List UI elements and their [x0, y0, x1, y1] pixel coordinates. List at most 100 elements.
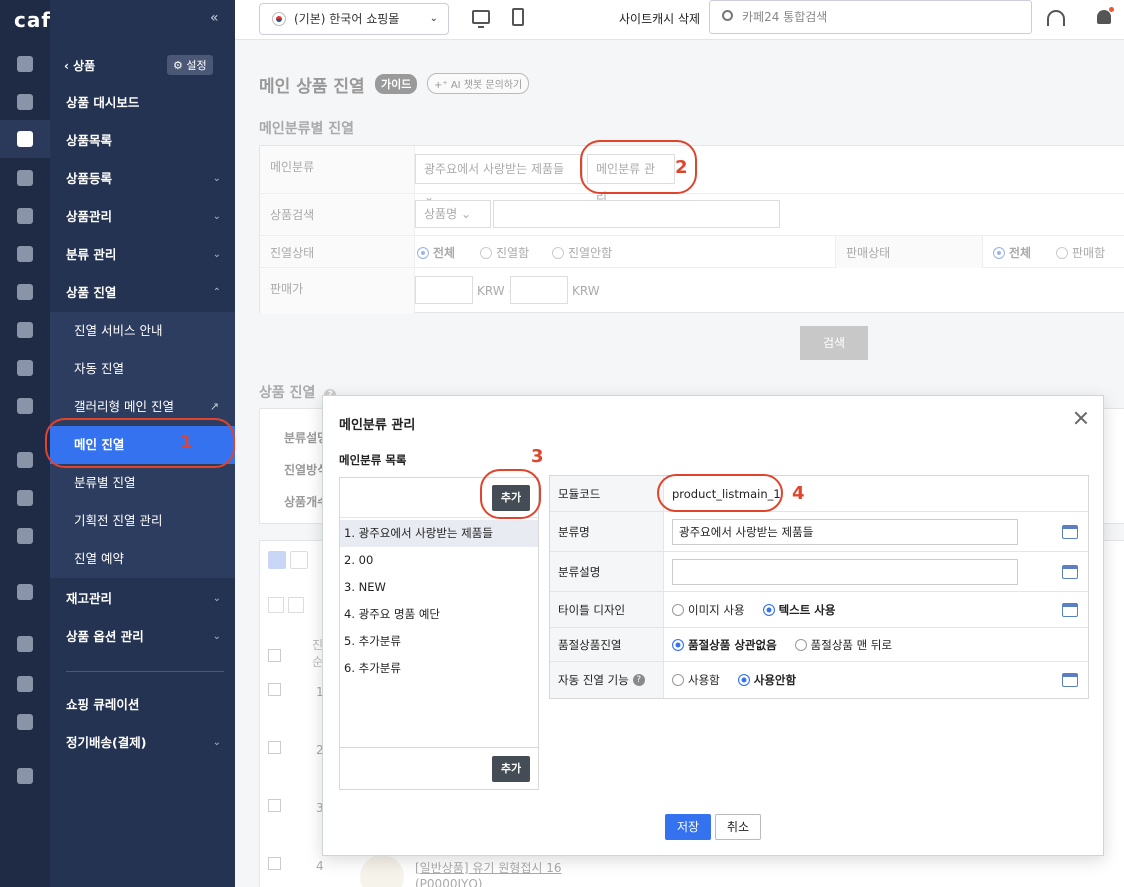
megaphone-icon[interactable]	[17, 490, 33, 506]
display-no-radio[interactable]: 진열안함	[552, 244, 612, 261]
price-min-input[interactable]	[415, 276, 473, 304]
list-item[interactable]: 6. 추가분류	[340, 655, 538, 682]
list-item[interactable]: 2. 00	[340, 547, 538, 574]
save-button[interactable]: 저장	[665, 814, 711, 840]
row-checkbox[interactable]	[268, 741, 281, 754]
store-icon[interactable]	[1062, 602, 1078, 617]
folder-icon[interactable]	[17, 676, 33, 692]
display-all-radio[interactable]: 전체	[417, 244, 455, 261]
global-search-input[interactable]	[742, 7, 1022, 27]
store-icon[interactable]	[1062, 673, 1078, 687]
chat-icon[interactable]	[17, 208, 33, 224]
row-module-code: 모듈코드 product_listmain_1	[550, 476, 1088, 512]
palette-icon[interactable]	[17, 284, 33, 300]
sidebar-item-manage[interactable]: 상품관리 ⌄	[50, 198, 235, 236]
product-thumbnail[interactable]	[360, 855, 404, 887]
list-item[interactable]: 4. 광주요 명품 예단	[340, 601, 538, 628]
store-icon[interactable]	[17, 452, 33, 468]
home-icon[interactable]	[17, 56, 33, 72]
category-desc-input[interactable]	[672, 558, 1018, 585]
title-text-radio[interactable]: 텍스트 사용	[762, 602, 835, 618]
cancel-button[interactable]: 취소	[715, 814, 761, 840]
sale-yes-radio[interactable]: 판매함	[1056, 244, 1105, 261]
bell-icon[interactable]	[1097, 10, 1111, 24]
category-name-input[interactable]	[672, 518, 1018, 545]
register-icon[interactable]	[17, 528, 33, 544]
global-search[interactable]	[709, 0, 1032, 34]
help-icon[interactable]: ?	[632, 674, 645, 686]
store-icon[interactable]	[1062, 564, 1078, 579]
back-link[interactable]: ‹ 상품	[64, 57, 95, 74]
category-list-footer: 추가	[340, 747, 538, 789]
product-name-link[interactable]: [일반상품] 유기 원형접시 16	[415, 859, 561, 876]
excel-icon[interactable]	[17, 398, 33, 414]
sidebar-item-dashboard[interactable]: 상품 대시보드	[50, 84, 235, 122]
filter-label: 상품검색	[260, 194, 415, 235]
sidebar-sub-category-display[interactable]: 분류별 진열	[50, 464, 235, 502]
sidebar-item-inventory[interactable]: 재고관리 ⌄	[50, 580, 235, 618]
sale-all-radio[interactable]: 전체	[993, 244, 1031, 261]
title-image-radio[interactable]: 이미지 사용	[672, 602, 745, 618]
setting-button[interactable]: ⚙ 설정	[167, 55, 213, 75]
auto-yes-radio[interactable]: 사용함	[672, 672, 720, 688]
sidebar-item-options[interactable]: 상품 옵션 관리 ⌄	[50, 618, 235, 656]
list-view-icon[interactable]	[290, 551, 308, 569]
search-type-select[interactable]: 상품명 ⌄	[415, 200, 491, 228]
add-category-button-bottom[interactable]: 추가	[492, 756, 530, 782]
chevron-down-icon: ⌄	[212, 631, 221, 642]
soldout-last-radio[interactable]: 품절상품 맨 뒤로	[794, 637, 892, 653]
apps-icon[interactable]	[17, 636, 33, 652]
select-all-checkbox[interactable]	[268, 649, 281, 662]
sidebar-sub-auto[interactable]: 자동 진열	[50, 350, 235, 388]
sidebar-item-label: 갤러리형 메인 진열	[74, 399, 174, 414]
headset-icon[interactable]	[1047, 10, 1065, 26]
tshirt-icon[interactable]	[17, 131, 33, 147]
cart-icon[interactable]	[17, 94, 33, 110]
cache-delete-button[interactable]: 사이트캐시 삭제	[619, 10, 700, 27]
sort-down-icon[interactable]	[288, 597, 304, 613]
guide-badge[interactable]: 가이드	[375, 74, 418, 94]
auto-no-radio[interactable]: 사용안함	[737, 672, 796, 688]
row-checkbox[interactable]	[268, 857, 281, 870]
document-icon[interactable]	[17, 246, 33, 262]
search-button[interactable]: 검색	[800, 326, 868, 360]
list-item[interactable]: 3. NEW	[340, 574, 538, 601]
row-checkbox[interactable]	[268, 683, 281, 696]
page-title: 메인 상품 진열	[259, 77, 365, 97]
store-icon[interactable]	[1062, 524, 1078, 539]
ai-chatbot-button[interactable]: +⁺ AI 챗봇 문의하기	[427, 73, 530, 94]
sidebar-item-label: 상품관리	[66, 209, 113, 224]
row-soldout: 품절상품진열 품절상품 상관없음 품절상품 맨 뒤로	[550, 628, 1088, 662]
main-category-select[interactable]: 광주요에서 사랑받는 제품들 ⌄	[415, 154, 583, 204]
truck-icon[interactable]	[17, 584, 33, 600]
sidebar-item-list[interactable]: 상품목록	[50, 122, 235, 160]
price-max-input[interactable]	[510, 276, 568, 304]
soldout-any-radio[interactable]: 품절상품 상관없음	[672, 637, 777, 653]
product-search-input[interactable]	[493, 200, 780, 228]
sort-down-icon[interactable]	[268, 597, 284, 613]
collapse-icon[interactable]: «	[210, 10, 219, 26]
chart-icon[interactable]	[17, 360, 33, 376]
sidebar-item-register[interactable]: 상품등록 ⌄	[50, 160, 235, 198]
grid-view-icon[interactable]	[268, 551, 286, 569]
display-yes-radio[interactable]: 진열함	[480, 244, 529, 261]
row-checkbox[interactable]	[268, 799, 281, 812]
close-icon[interactable]	[1073, 410, 1089, 426]
sidebar-item-subscription[interactable]: 정기배송(결제) ⌄	[50, 724, 235, 762]
sidebar-sub-service-guide[interactable]: 진열 서비스 안내	[50, 312, 235, 350]
chevron-down-icon: ⌄	[212, 173, 221, 184]
list-item[interactable]: 1. 광주요에서 사랑받는 제품들	[340, 520, 538, 547]
mall-select[interactable]: (기본) 한국어 쇼핑몰 ⌄	[259, 3, 449, 35]
coupon-icon[interactable]	[17, 322, 33, 338]
sidebar-item-curation[interactable]: 쇼핑 큐레이션	[50, 686, 235, 724]
gear-icon[interactable]	[17, 768, 33, 784]
person-icon[interactable]	[17, 170, 33, 186]
desktop-preview-icon[interactable]	[472, 10, 490, 28]
copy-icon[interactable]	[17, 714, 33, 730]
sidebar-sub-exhibition[interactable]: 기획전 진열 관리	[50, 502, 235, 540]
list-item[interactable]: 5. 추가분류	[340, 628, 538, 655]
sidebar-sub-reservation[interactable]: 진열 예약	[50, 540, 235, 578]
mobile-preview-icon[interactable]	[512, 8, 524, 26]
sidebar-item-category[interactable]: 분류 관리 ⌄	[50, 236, 235, 274]
sidebar-item-display[interactable]: 상품 진열 ⌃	[50, 274, 235, 312]
